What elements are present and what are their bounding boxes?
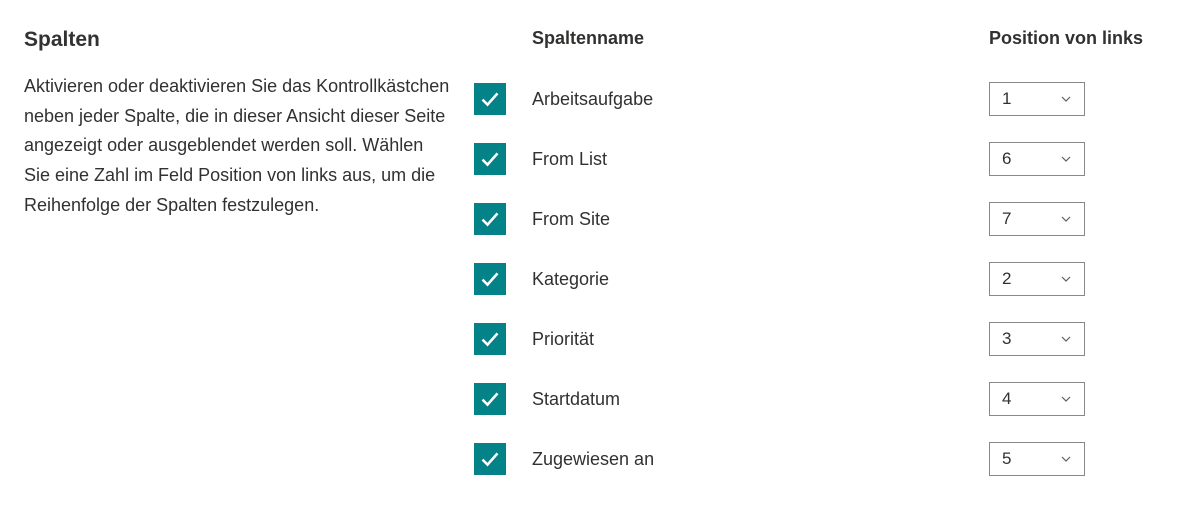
column-label: Zugewiesen an xyxy=(522,449,989,470)
chevron-down-icon xyxy=(1060,213,1072,225)
position-select[interactable]: 4 xyxy=(989,382,1085,416)
chevron-down-icon xyxy=(1060,333,1072,345)
column-checkbox[interactable] xyxy=(474,383,506,415)
position-value: 6 xyxy=(1002,149,1060,169)
position-value: 5 xyxy=(1002,449,1060,469)
table-row: Priorität 3 xyxy=(474,309,1159,369)
column-checkbox[interactable] xyxy=(474,143,506,175)
position-select[interactable]: 6 xyxy=(989,142,1085,176)
checkmark-icon xyxy=(480,149,500,169)
chevron-down-icon xyxy=(1060,93,1072,105)
chevron-down-icon xyxy=(1060,393,1072,405)
position-select[interactable]: 3 xyxy=(989,322,1085,356)
column-checkbox[interactable] xyxy=(474,263,506,295)
table-row: Arbeitsaufgabe 1 xyxy=(474,69,1159,129)
chevron-down-icon xyxy=(1060,453,1072,465)
columns-settings-panel: Spalten Aktivieren oder deaktivieren Sie… xyxy=(24,20,1159,489)
chevron-down-icon xyxy=(1060,273,1072,285)
header-position: Position von links xyxy=(989,28,1159,49)
table-row: Kategorie 2 xyxy=(474,249,1159,309)
position-select[interactable]: 7 xyxy=(989,202,1085,236)
checkmark-icon xyxy=(480,209,500,229)
column-label: Startdatum xyxy=(522,389,989,410)
checkmark-icon xyxy=(480,449,500,469)
column-label: From List xyxy=(522,149,989,170)
table-row: From List 6 xyxy=(474,129,1159,189)
section-description: Aktivieren oder deaktivieren Sie das Kon… xyxy=(24,72,454,220)
checkmark-icon xyxy=(480,269,500,289)
table-row: Zugewiesen an 5 xyxy=(474,429,1159,489)
table-row: From Site 7 xyxy=(474,189,1159,249)
position-value: 1 xyxy=(1002,89,1060,109)
chevron-down-icon xyxy=(1060,153,1072,165)
column-label: Priorität xyxy=(522,329,989,350)
section-info: Spalten Aktivieren oder deaktivieren Sie… xyxy=(24,20,454,489)
position-select[interactable]: 5 xyxy=(989,442,1085,476)
position-select[interactable]: 2 xyxy=(989,262,1085,296)
position-select[interactable]: 1 xyxy=(989,82,1085,116)
position-value: 2 xyxy=(1002,269,1060,289)
column-checkbox[interactable] xyxy=(474,443,506,475)
column-checkbox[interactable] xyxy=(474,323,506,355)
section-title: Spalten xyxy=(24,28,454,52)
checkmark-icon xyxy=(480,389,500,409)
column-label: Kategorie xyxy=(522,269,989,290)
checkmark-icon xyxy=(480,329,500,349)
column-checkbox[interactable] xyxy=(474,83,506,115)
column-label: Arbeitsaufgabe xyxy=(522,89,989,110)
position-value: 4 xyxy=(1002,389,1060,409)
table-row: Startdatum 4 xyxy=(474,369,1159,429)
position-value: 7 xyxy=(1002,209,1060,229)
columns-table: Spaltenname Position von links Arbeitsau… xyxy=(474,20,1159,489)
header-column-name: Spaltenname xyxy=(522,28,989,49)
column-label: From Site xyxy=(522,209,989,230)
column-checkbox[interactable] xyxy=(474,203,506,235)
position-value: 3 xyxy=(1002,329,1060,349)
table-header: Spaltenname Position von links xyxy=(474,20,1159,49)
checkmark-icon xyxy=(480,89,500,109)
